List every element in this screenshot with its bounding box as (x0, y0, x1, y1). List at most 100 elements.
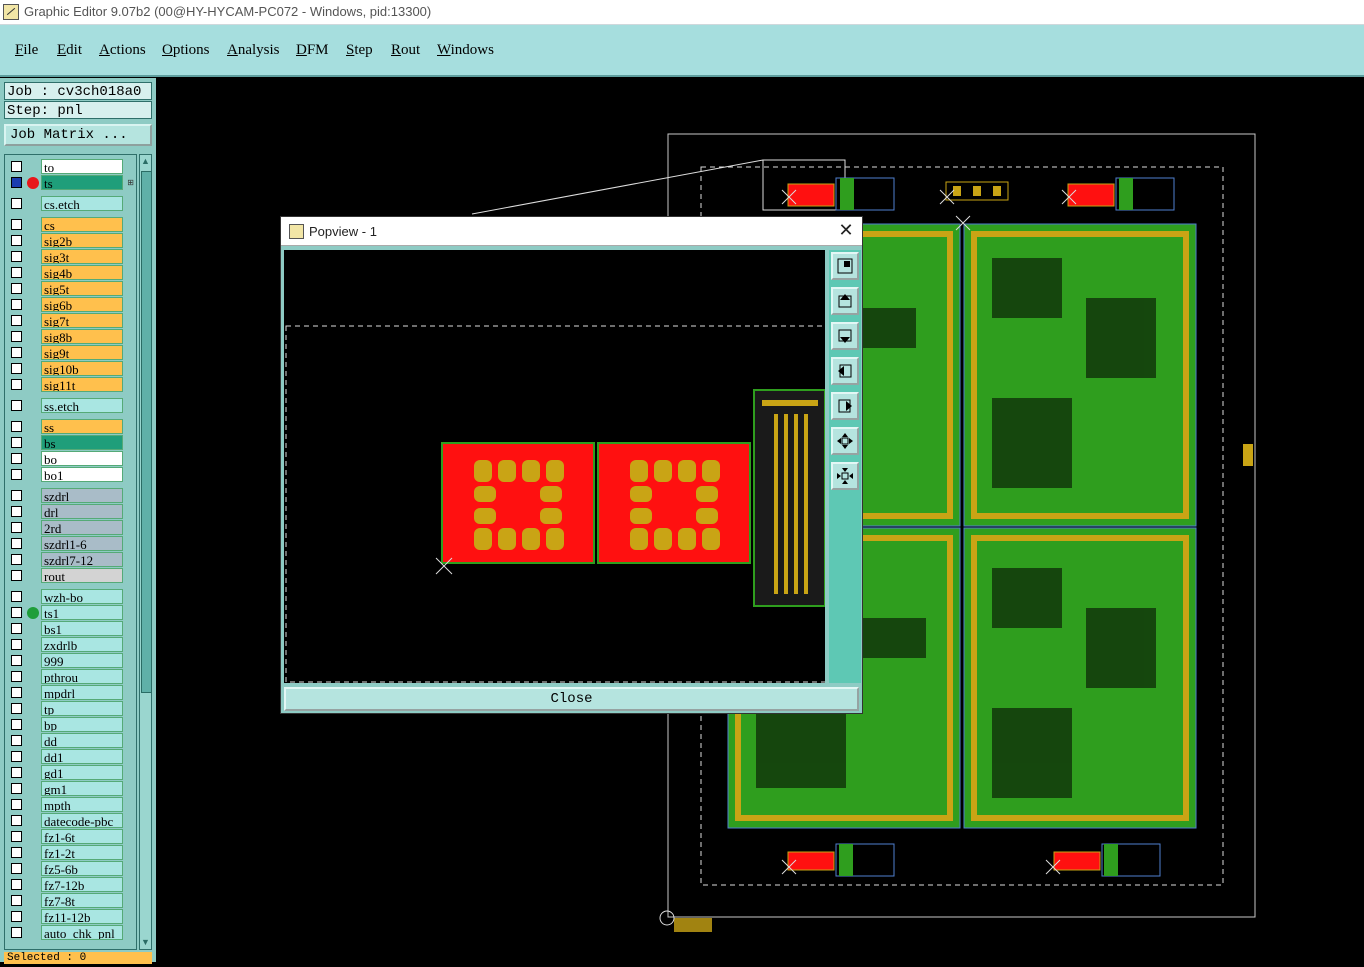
menu-actions[interactable]: Actions (99, 42, 146, 59)
layer-name[interactable]: sig5t (41, 281, 123, 296)
layer-checkbox[interactable] (11, 283, 22, 294)
close-button[interactable]: Close (284, 687, 859, 711)
layer-name[interactable]: rout (41, 568, 123, 583)
layer-name[interactable]: mpth (41, 797, 123, 812)
layer-name[interactable]: bo (41, 451, 123, 466)
layer-name[interactable]: sig11t (41, 377, 123, 392)
layer-name[interactable]: tp (41, 701, 123, 716)
layer-checkbox[interactable] (11, 735, 22, 746)
layer-row-rout[interactable]: rout (5, 568, 136, 583)
layer-name[interactable]: bs1 (41, 621, 123, 636)
layer-row-auto_chk_pnl[interactable]: auto_chk_pnl (5, 925, 136, 940)
layer-name[interactable]: drl (41, 504, 123, 519)
layer-row-gd1[interactable]: gd1 (5, 765, 136, 780)
layer-checkbox[interactable] (11, 570, 22, 581)
layer-checkbox[interactable] (11, 751, 22, 762)
layer-row-sig11t[interactable]: sig11t (5, 377, 136, 392)
layer-name[interactable]: datecode-pbc (41, 813, 123, 828)
layer-name[interactable]: mpdrl (41, 685, 123, 700)
zoom-out-icon[interactable] (831, 462, 859, 490)
layer-row-dd[interactable]: dd (5, 733, 136, 748)
layer-name[interactable]: auto_chk_pnl (41, 925, 123, 940)
menu-edit[interactable]: Edit (57, 42, 82, 59)
pan-right-icon[interactable] (831, 392, 859, 420)
layer-row-sig4b[interactable]: sig4b (5, 265, 136, 280)
layer-checkbox[interactable] (11, 655, 22, 666)
pan-up-icon[interactable] (831, 287, 859, 315)
layer-row-szdrl1-6[interactable]: szdrl1-6 (5, 536, 136, 551)
layer-name[interactable]: zxdrlb (41, 637, 123, 652)
layer-row-cs.etch[interactable]: cs.etch (5, 196, 136, 211)
menu-options[interactable]: Options (162, 42, 210, 59)
layer-checkbox[interactable] (11, 379, 22, 390)
layer-name[interactable]: sig10b (41, 361, 123, 376)
layer-row-mpth[interactable]: mpth (5, 797, 136, 812)
layer-name[interactable]: sig2b (41, 233, 123, 248)
layer-checkbox[interactable] (11, 847, 22, 858)
layer-checkbox[interactable] (11, 799, 22, 810)
layer-checkbox[interactable] (11, 437, 22, 448)
close-icon[interactable]: ✕ (836, 220, 856, 240)
layer-name[interactable]: szdrl1-6 (41, 536, 123, 551)
layer-checkbox[interactable] (11, 863, 22, 874)
layer-checkbox[interactable] (11, 783, 22, 794)
layer-row-sig10b[interactable]: sig10b (5, 361, 136, 376)
layer-name[interactable]: cs.etch (41, 196, 123, 211)
layer-row-mpdrl[interactable]: mpdrl (5, 685, 136, 700)
layer-checkbox[interactable] (11, 347, 22, 358)
layer-name[interactable]: sig3t (41, 249, 123, 264)
layer-checkbox[interactable] (11, 219, 22, 230)
layer-row-szdrl[interactable]: szdrl (5, 488, 136, 503)
layer-list-scrollbar[interactable]: ▲ ▼ (139, 154, 152, 950)
layer-row-ss[interactable]: ss (5, 419, 136, 434)
pan-down-icon[interactable] (831, 322, 859, 350)
layer-row-bo[interactable]: bo (5, 451, 136, 466)
layer-name[interactable]: pthrou (41, 669, 123, 684)
layer-checkbox[interactable] (11, 554, 22, 565)
layer-checkbox[interactable] (11, 363, 22, 374)
layer-checkbox[interactable] (11, 719, 22, 730)
scroll-down-icon[interactable]: ▼ (140, 936, 151, 949)
scroll-up-icon[interactable]: ▲ (140, 155, 151, 168)
layer-row-fz1-6t[interactable]: fz1-6t (5, 829, 136, 844)
layer-name[interactable]: to (41, 159, 123, 174)
menu-step[interactable]: Step (346, 42, 373, 59)
layer-row-tp[interactable]: tp (5, 701, 136, 716)
layer-row-bo1[interactable]: bo1 (5, 467, 136, 482)
layer-row-sig2b[interactable]: sig2b (5, 233, 136, 248)
popview-canvas[interactable] (284, 250, 825, 683)
layer-name[interactable]: fz1-2t (41, 845, 123, 860)
layer-row-zxdrlb[interactable]: zxdrlb (5, 637, 136, 652)
layer-row-sig7t[interactable]: sig7t (5, 313, 136, 328)
layer-row-bs[interactable]: bs (5, 435, 136, 450)
layer-checkbox[interactable] (11, 911, 22, 922)
layer-row-to[interactable]: to (5, 159, 136, 174)
layer-checkbox[interactable] (11, 538, 22, 549)
layer-name[interactable]: wzh-bo (41, 589, 123, 604)
layer-name[interactable]: sig6b (41, 297, 123, 312)
popview-titlebar[interactable]: Popview - 1 ✕ (281, 217, 862, 246)
layer-checkbox[interactable] (11, 687, 22, 698)
layer-row-bp[interactable]: bp (5, 717, 136, 732)
layer-row-fz7-8t[interactable]: fz7-8t (5, 893, 136, 908)
layer-checkbox[interactable] (11, 767, 22, 778)
layer-checkbox[interactable] (11, 331, 22, 342)
layer-name[interactable]: fz7-8t (41, 893, 123, 908)
scrollbar-thumb[interactable] (141, 171, 152, 693)
menu-file[interactable]: File (15, 42, 38, 59)
layer-row-ss.etch[interactable]: ss.etch (5, 398, 136, 413)
layer-checkbox[interactable] (11, 639, 22, 650)
layer-checkbox[interactable] (11, 671, 22, 682)
layer-row-pthrou[interactable]: pthrou (5, 669, 136, 684)
layer-name[interactable]: bp (41, 717, 123, 732)
layer-row-sig9t[interactable]: sig9t (5, 345, 136, 360)
layer-checkbox[interactable] (11, 161, 22, 172)
layer-name[interactable]: sig4b (41, 265, 123, 280)
layer-row-sig5t[interactable]: sig5t (5, 281, 136, 296)
pan-left-icon[interactable] (831, 357, 859, 385)
layer-row-fz5-6b[interactable]: fz5-6b (5, 861, 136, 876)
layer-checkbox[interactable] (11, 506, 22, 517)
layer-checkbox[interactable] (11, 607, 22, 618)
layer-row-datecode-pbc[interactable]: datecode-pbc (5, 813, 136, 828)
layer-row-gm1[interactable]: gm1 (5, 781, 136, 796)
